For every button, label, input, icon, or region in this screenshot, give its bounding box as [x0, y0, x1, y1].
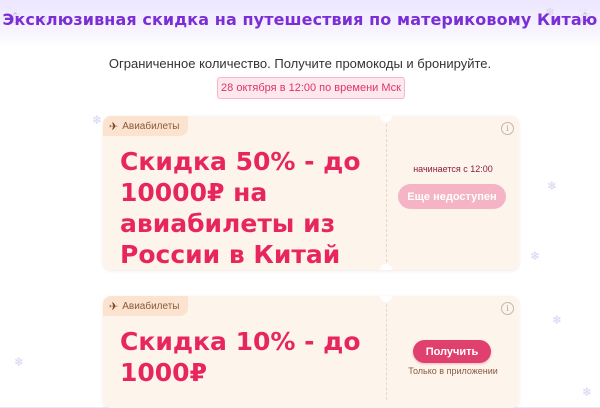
snowflake-icon: ❄ [582, 385, 593, 399]
page-title: Эксклюзивная скидка на путешествия по ма… [2, 10, 598, 29]
date-badge: 28 октября в 12:00 по времени Мск [217, 77, 405, 99]
not-available-button[interactable]: Еще недоступен [398, 184, 506, 209]
info-icon[interactable]: i [501, 122, 514, 135]
category-tag: ✈ Авиабилеты [103, 296, 188, 316]
card-action-pane: i Получить Только в приложении [387, 296, 519, 408]
offer-title: Скидка 10% - до 1000₽ [120, 327, 361, 387]
card-action-pane: i начинается с 12:00 Еще недоступен [387, 116, 519, 270]
category-tag-label: Авиабилеты [122, 120, 180, 132]
snowflake-icon: ❄ [14, 355, 25, 369]
promo-card-flights-50: ✈ Авиабилеты Скидка 50% - до 10000₽ на а… [103, 116, 519, 270]
page-subtitle: Ограниченное количество. Получите промок… [108, 56, 492, 71]
snowflake-icon: ❄ [552, 313, 563, 327]
promo-card-flights-10: ✈ Авиабилеты Скидка 10% - до 1000₽ i Пол… [103, 296, 519, 408]
start-time-label: начинается с 12:00 [413, 164, 493, 174]
snowflake-icon: ❄ [547, 179, 558, 193]
category-tag-label: Авиабилеты [122, 300, 180, 312]
offer-title: Скидка 50% - до 10000₽ на авиабилеты из … [120, 147, 361, 269]
app-only-note: Только в приложении [408, 366, 498, 376]
snowflake-icon: ❄ [92, 113, 103, 127]
snowflake-icon: ❄ [530, 249, 541, 263]
get-promo-button[interactable]: Получить [413, 340, 491, 363]
airplane-icon: ✈ [109, 300, 119, 313]
info-icon[interactable]: i [501, 302, 514, 315]
category-tag: ✈ Авиабилеты [103, 116, 188, 136]
airplane-icon: ✈ [109, 120, 119, 133]
